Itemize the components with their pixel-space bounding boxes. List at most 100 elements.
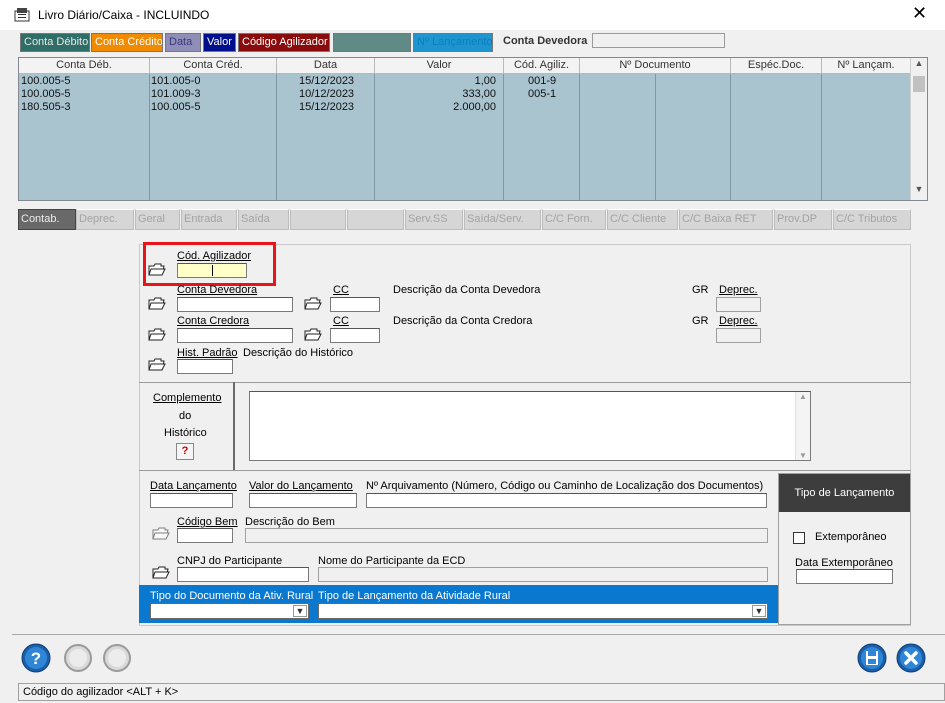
subtab-prov-dp[interactable]: Prov.DP <box>774 209 832 230</box>
tab-label: Valor <box>207 36 232 48</box>
cod-agilizador-input[interactable] <box>177 263 247 278</box>
tab-n-lancamento[interactable]: Nº Lançamento <box>413 33 493 52</box>
folder-open-icon[interactable] <box>148 356 166 372</box>
deprec-credora-input[interactable] <box>716 328 761 343</box>
complemento-historico-textarea[interactable]: ▲ ▼ <box>249 391 811 461</box>
table-cell[interactable]: 15/12/2023 <box>299 75 354 88</box>
tab-conta-debito[interactable]: Conta Débito <box>20 33 90 52</box>
subtab-label: C/C Cliente <box>610 213 667 225</box>
subtab-saida[interactable]: Saída <box>238 209 289 230</box>
tab-valor[interactable]: Valor <box>203 33 236 52</box>
descricao-bem-input[interactable] <box>245 528 768 543</box>
grid-header-conta-cred[interactable]: Conta Créd. <box>150 58 277 74</box>
table-cell[interactable]: 10/12/2023 <box>299 88 354 101</box>
folder-open-icon[interactable] <box>148 261 166 277</box>
desc-conta-credora-label: Descrição da Conta Credora <box>393 315 533 327</box>
folder-open-icon[interactable] <box>148 295 166 311</box>
subtab-cc-tributos[interactable]: C/C Tributos <box>833 209 911 230</box>
subtab-cc-forn[interactable]: C/C Forn. <box>542 209 606 230</box>
table-cell[interactable]: 1,00 <box>375 75 496 88</box>
table-cell[interactable]: 100.005-5 <box>21 88 71 101</box>
extemporaneo-checkbox[interactable] <box>793 532 805 544</box>
conta-devedora-input[interactable] <box>177 297 293 312</box>
save-icon[interactable] <box>857 643 887 673</box>
lancamentos-grid[interactable]: Conta Déb. Conta Créd. Data Valor Cód. A… <box>18 57 928 201</box>
codigo-bem-input[interactable] <box>177 528 233 543</box>
grid-header-espec-doc[interactable]: Espéc.Doc. <box>731 58 822 74</box>
desc-conta-devedora-label: Descrição da Conta Devedora <box>393 284 541 296</box>
folder-open-icon[interactable] <box>152 525 170 541</box>
complemento-label-2: do <box>179 410 192 422</box>
scroll-down-icon[interactable]: ▼ <box>912 184 926 200</box>
grid-header-data[interactable]: Data <box>277 58 375 74</box>
chevron-down-icon[interactable]: ▼ <box>752 605 766 617</box>
textarea-scrollbar[interactable]: ▲ ▼ <box>795 392 810 460</box>
deprec-devedora-input[interactable] <box>716 297 761 312</box>
hist-padrao-input[interactable] <box>177 359 233 374</box>
help-button[interactable]: ? <box>176 443 194 460</box>
help-icon[interactable]: ? <box>21 643 51 673</box>
subtab-label: Saída/Serv. <box>467 213 524 225</box>
chevron-down-icon[interactable]: ▼ <box>293 605 307 617</box>
table-cell[interactable]: 100.005-5 <box>151 101 201 114</box>
tab-conta-credito[interactable]: Conta Crédito <box>91 33 163 52</box>
subtab-contab[interactable]: Contab. <box>18 209 76 230</box>
valor-lancamento-input[interactable] <box>249 493 357 508</box>
folder-open-icon[interactable] <box>304 326 322 342</box>
subtab-serv-ss[interactable]: Serv.SS <box>405 209 463 230</box>
tipo-doc-rural-select[interactable]: ▼ <box>150 603 309 619</box>
grid-header-valor[interactable]: Valor <box>375 58 504 74</box>
table-cell[interactable]: 333,00 <box>375 88 496 101</box>
scroll-down-icon[interactable]: ▼ <box>796 451 810 460</box>
subtab-label: Entrada <box>184 213 223 225</box>
subtab-blank-1[interactable] <box>290 209 346 230</box>
table-cell[interactable]: 15/12/2023 <box>299 101 354 114</box>
table-cell[interactable]: 101.005-0 <box>151 75 201 88</box>
arquivamento-input[interactable] <box>366 493 767 508</box>
folder-open-icon[interactable] <box>148 326 166 342</box>
tipo-lanc-rural-select[interactable]: ▼ <box>318 603 768 619</box>
table-cell[interactable]: 100.005-5 <box>21 75 71 88</box>
grid-vertical-scrollbar[interactable]: ▲ ▼ <box>910 58 927 200</box>
grid-header-cod-agiliz[interactable]: Cód. Agiliz. <box>504 58 580 74</box>
conta-devedora-top-field[interactable] <box>592 33 725 48</box>
scroll-up-icon[interactable]: ▲ <box>796 392 810 401</box>
tab-data[interactable]: Data <box>165 33 201 52</box>
cc-credora-input[interactable] <box>330 328 380 343</box>
conta-credora-input[interactable] <box>177 328 293 343</box>
close-icon[interactable]: ✕ <box>912 3 927 24</box>
table-cell[interactable]: 2.000,00 <box>375 101 496 114</box>
tab-codigo-agilizador[interactable]: Código Agilizador <box>238 33 330 52</box>
grid-header-n-documento[interactable]: Nº Documento <box>580 58 731 74</box>
table-cell[interactable]: 001-9 <box>528 75 556 88</box>
tab-blank[interactable] <box>333 33 411 52</box>
nome-participante-input[interactable] <box>318 567 768 582</box>
scroll-up-icon[interactable]: ▲ <box>912 58 926 74</box>
inactive-circle-icon[interactable] <box>63 643 93 673</box>
cc-devedora-input[interactable] <box>330 297 380 312</box>
scroll-thumb[interactable] <box>913 76 925 92</box>
cnpj-participante-input[interactable] <box>177 567 309 582</box>
subtab-blank-2[interactable] <box>347 209 404 230</box>
grid-header-conta-deb[interactable]: Conta Déb. <box>19 58 150 74</box>
subtab-saida-serv[interactable]: Saída/Serv. <box>464 209 541 230</box>
table-cell[interactable]: 180.505-3 <box>21 101 71 114</box>
data-lancamento-input[interactable] <box>150 493 233 508</box>
table-cell[interactable]: 005-1 <box>528 88 556 101</box>
grid-header-n-lancam[interactable]: Nº Lançam. <box>822 58 911 74</box>
data-extemporaneo-input[interactable] <box>796 569 893 584</box>
subtab-cc-cliente[interactable]: C/C Cliente <box>607 209 678 230</box>
subtab-cc-baixa-ret[interactable]: C/C Baixa RET <box>679 209 773 230</box>
folder-open-icon[interactable] <box>152 564 170 580</box>
subtab-entrada[interactable]: Entrada <box>181 209 237 230</box>
tab-label: Código Agilizador <box>242 36 328 48</box>
inactive-circle-icon[interactable] <box>102 643 132 673</box>
divider <box>12 634 945 635</box>
table-cell[interactable]: 101.009-3 <box>151 88 201 101</box>
cancel-icon[interactable] <box>896 643 926 673</box>
subtab-geral[interactable]: Geral <box>135 209 180 230</box>
tipo-lanc-rural-label: Tipo de Lançamento da Atividade Rural <box>318 590 511 602</box>
folder-open-icon[interactable] <box>304 295 322 311</box>
subtab-deprec[interactable]: Deprec. <box>76 209 134 230</box>
data-lancamento-label: Data Lançamento <box>150 480 237 492</box>
